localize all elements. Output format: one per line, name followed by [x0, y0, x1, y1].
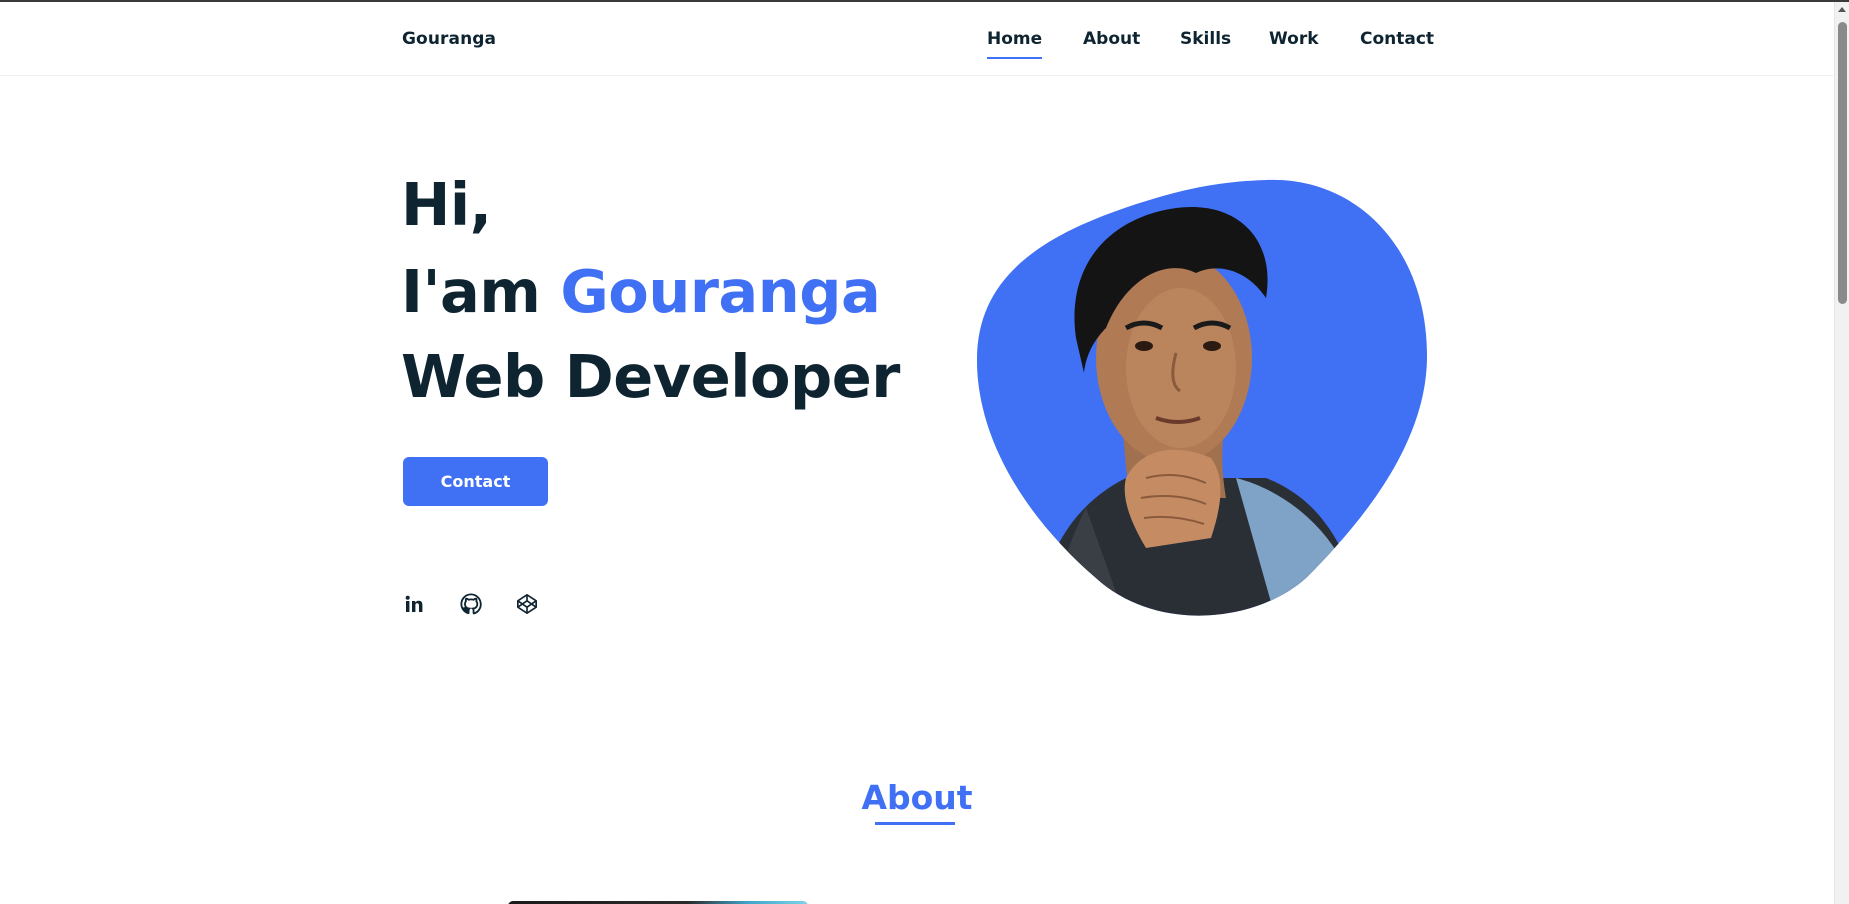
about-title: About — [861, 778, 973, 817]
hero-intro: I'am Gouranga — [401, 257, 881, 326]
scrollbar-thumb[interactable] — [1838, 22, 1847, 304]
site-header: Gouranga Home About Skills Work Contact — [0, 2, 1834, 76]
hero-greeting: Hi, — [401, 170, 492, 239]
contact-button[interactable]: Contact — [403, 457, 548, 506]
vertical-scrollbar[interactable] — [1834, 2, 1849, 904]
profile-blob — [976, 178, 1428, 620]
scroll-up-arrow-icon[interactable] — [1838, 7, 1846, 12]
nav-link-contact[interactable]: Contact — [1360, 29, 1434, 49]
about-title-underline — [875, 822, 955, 825]
hero-intro-prefix: I'am — [401, 257, 541, 326]
nav-link-home[interactable]: Home — [987, 29, 1043, 59]
hero-role: Web Developer — [401, 342, 900, 411]
nav-link-work[interactable]: Work — [1269, 29, 1319, 49]
codepen-icon[interactable] — [514, 591, 540, 617]
github-icon[interactable] — [458, 591, 484, 617]
hero-name: Gouranga — [560, 257, 881, 326]
linkedin-icon[interactable] — [401, 591, 427, 617]
nav-link-about[interactable]: About — [1083, 29, 1140, 49]
page: Gouranga Home About Skills Work Contact … — [0, 0, 1849, 904]
nav-link-skills[interactable]: Skills — [1180, 29, 1231, 49]
main-nav: Home About Skills Work Contact — [0, 2, 1834, 76]
profile-image — [976, 179, 1428, 616]
